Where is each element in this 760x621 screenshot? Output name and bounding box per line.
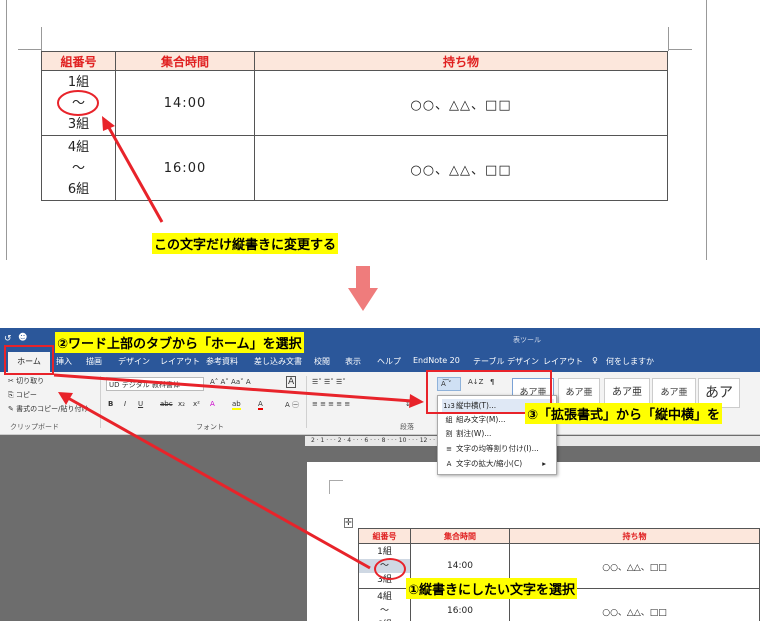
pointer-arrow-line — [106, 125, 164, 223]
arrow-to-clipboard — [67, 396, 371, 570]
arrow-head-asian-layout — [409, 394, 424, 408]
down-arrow-icon — [348, 266, 378, 311]
arrow-to-asian-layout — [53, 373, 413, 403]
top-annotations — [57, 90, 164, 223]
word-annotation-arrows — [53, 373, 424, 570]
word-window: ↺ ☻ 表ツール ホーム 挿入 描画 デザイン レイアウト 参考資料 差し込み文… — [0, 328, 760, 621]
highlight-circle — [57, 90, 99, 116]
